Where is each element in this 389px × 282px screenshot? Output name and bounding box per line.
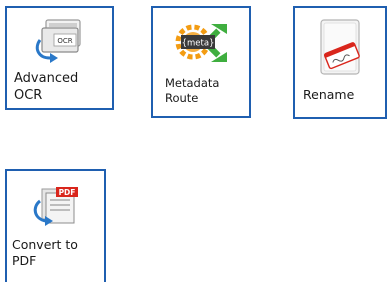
metadata-route-label: Metadata Route: [165, 76, 220, 105]
rename-label: Rename: [303, 87, 355, 102]
metadata-route-tile[interactable]: {meta} Metadata Route: [151, 6, 251, 118]
pdf-icon-text: PDF: [58, 188, 75, 197]
rename-tile[interactable]: Rename: [293, 6, 387, 119]
convert-to-pdf-label: Convert to PDF: [12, 237, 78, 268]
ocr-icon-text: OCR: [57, 37, 72, 45]
meta-icon-text: {meta}: [182, 39, 215, 49]
advanced-ocr-tile[interactable]: OCR Advanced OCR: [5, 6, 114, 110]
convert-to-pdf-tile[interactable]: PDF Convert to PDF: [5, 169, 106, 282]
convert-pdf-icon: PDF: [28, 185, 84, 233]
advanced-ocr-label: Advanced OCR: [14, 71, 79, 103]
rename-tag-icon: [315, 18, 365, 80]
metadata-route-icon: {meta}: [171, 20, 231, 70]
ocr-document-icon: OCR: [32, 18, 88, 68]
